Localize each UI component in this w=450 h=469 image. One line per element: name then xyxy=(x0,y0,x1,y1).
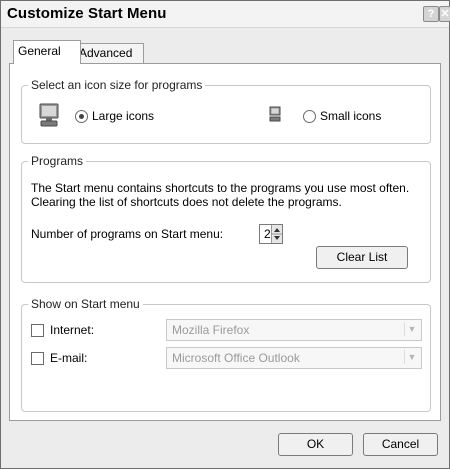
internet-label[interactable]: Internet: xyxy=(50,323,94,337)
chevron-down-icon[interactable]: ▼ xyxy=(404,350,419,364)
computer-small-icon xyxy=(269,106,281,122)
programs-legend: Programs xyxy=(28,154,87,168)
email-checkbox[interactable] xyxy=(31,352,44,365)
show-on-start-legend: Show on Start menu xyxy=(28,297,143,311)
computer-large-icon xyxy=(39,103,59,127)
programs-description-line-2: Clearing the list of shortcuts does not … xyxy=(31,195,342,209)
internet-program-value: Mozilla Firefox xyxy=(172,323,250,337)
icon-size-group: Select an icon size for programs Large i… xyxy=(21,78,431,144)
large-icons-label[interactable]: Large icons xyxy=(92,109,154,123)
stepper-arrows-icon[interactable] xyxy=(271,225,282,243)
programs-count-value[interactable]: 2 xyxy=(264,227,271,241)
programs-count-label: Number of programs on Start menu: xyxy=(31,227,224,241)
tab-advanced[interactable]: Advanced xyxy=(74,43,144,63)
icon-size-legend: Select an icon size for programs xyxy=(28,78,206,92)
title-bar[interactable]: Customize Start Menu ? ✕ xyxy=(1,1,450,28)
customize-start-menu-dialog: Customize Start Menu ? ✕ General Advance… xyxy=(0,0,450,469)
programs-description-line-1: The Start menu contains shortcuts to the… xyxy=(31,181,410,195)
general-tab-panel: Select an icon size for programs Large i… xyxy=(9,63,441,421)
small-icons-label[interactable]: Small icons xyxy=(320,109,381,123)
help-button[interactable]: ? xyxy=(423,6,439,22)
close-button[interactable]: ✕ xyxy=(439,6,450,22)
show-on-start-group: Show on Start menu Internet: Mozilla Fir… xyxy=(21,297,431,412)
email-label[interactable]: E-mail: xyxy=(50,351,87,365)
programs-count-stepper[interactable]: 2 xyxy=(259,224,283,244)
small-icons-radio[interactable] xyxy=(303,110,316,123)
tab-general[interactable]: General xyxy=(13,40,81,64)
email-program-select[interactable]: Microsoft Office Outlook ▼ xyxy=(166,347,422,369)
internet-program-select[interactable]: Mozilla Firefox ▼ xyxy=(166,319,422,341)
clear-list-button[interactable]: Clear List xyxy=(316,246,408,269)
programs-group: Programs The Start menu contains shortcu… xyxy=(21,154,431,283)
dialog-title: Customize Start Menu xyxy=(7,5,167,22)
chevron-down-icon[interactable]: ▼ xyxy=(404,322,419,336)
cancel-button[interactable]: Cancel xyxy=(363,433,438,456)
large-icons-radio[interactable] xyxy=(75,110,88,123)
ok-button[interactable]: OK xyxy=(278,433,353,456)
internet-checkbox[interactable] xyxy=(31,324,44,337)
email-program-value: Microsoft Office Outlook xyxy=(172,351,300,365)
